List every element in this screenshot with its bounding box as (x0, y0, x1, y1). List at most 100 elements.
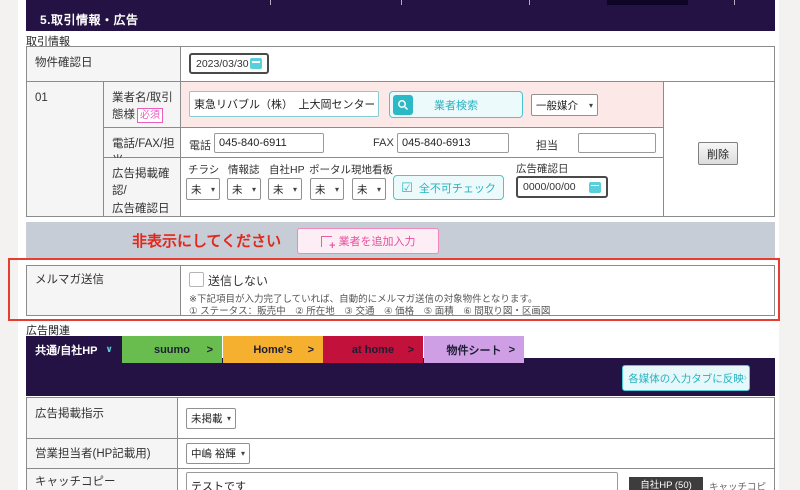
checkbox-check-icon: ☑ (401, 180, 413, 196)
property-confirm-date-value: 2023/03/30 (196, 58, 249, 70)
add-vendor-button[interactable]: 業者を追加入力 (297, 228, 439, 254)
tab-homes[interactable]: Home's > (223, 336, 323, 363)
tab-common-jisha-hp[interactable]: 共通/自社HP ∨ (26, 336, 122, 363)
staff-select[interactable]: 中嶋 裕輝 ▾ (186, 443, 250, 464)
ad-related-table: 広告掲載指示 未掲載 ▾ 営業担当者(HP記載用) 中嶋 裕輝 ▾ キャッチコピ… (26, 397, 775, 490)
chevron-down-icon: ▾ (335, 185, 339, 194)
vendor-value-cell: 業者検索 一般媒介 ▾ (181, 82, 664, 128)
publish-select-value: 未掲載 (191, 411, 223, 426)
chevron-right-icon: › (743, 372, 747, 384)
media-label-portal: ポータル (309, 162, 351, 177)
media-label-jisha-hp: 自社HP (269, 162, 305, 177)
chevron-down-icon: ▾ (377, 185, 381, 194)
chevron-down-icon: ▾ (252, 185, 256, 194)
staff-label: 営業担当者(HP記載用) (35, 446, 151, 463)
chevron-down-icon: ▾ (293, 185, 297, 194)
no-send-checkbox[interactable] (189, 272, 204, 287)
vendor-banner: 非表示にしてください 業者を追加入力 (26, 222, 775, 258)
property-confirm-label-cell: 物件確認日 (27, 47, 181, 82)
chevron-down-icon: ∨ (106, 344, 113, 355)
media-select-jisha-hp[interactable]: 未▾ (268, 178, 302, 200)
tab-suumo[interactable]: suumo > (122, 336, 222, 363)
catchcopy-input[interactable] (186, 472, 618, 490)
hide-note-text: 非表示にしてください (132, 230, 281, 251)
media-label-johoshi: 情報誌 (228, 162, 260, 177)
calendar-icon[interactable] (250, 58, 262, 69)
tanto-label: 担当 (536, 137, 558, 153)
tab-athome-label: at home (352, 344, 394, 356)
vendor-search-button[interactable]: 業者検索 (389, 91, 523, 118)
delete-cell: 削除 (664, 82, 774, 216)
ad-check-label-cell: 広告掲載確認/広告確認日 (104, 158, 181, 216)
reflect-to-media-tabs-button[interactable]: 各媒体の入力タブに反映 › (622, 365, 750, 391)
tab-arrow-icon: > (308, 344, 314, 356)
staff-select-value: 中嶋 裕輝 (191, 446, 236, 461)
delete-button[interactable]: 削除 (698, 142, 738, 165)
reflect-button-label: 各媒体の入力タブに反映 (628, 371, 744, 386)
staff-label-cell: 営業担当者(HP記載用) (27, 439, 178, 469)
mediation-type-select[interactable]: 一般媒介 ▾ (531, 94, 598, 116)
no-send-label: 送信しない (208, 272, 268, 289)
mediation-type-value: 一般媒介 (536, 98, 578, 113)
media-select-johoshi[interactable]: 未▾ (227, 178, 261, 200)
media-select-chirashi-value: 未 (191, 182, 202, 197)
tab-arrow-icon: > (509, 344, 515, 356)
chevron-down-icon: ▾ (227, 414, 231, 423)
ad-confirm-date-input[interactable]: 0000/00/00 (516, 176, 608, 198)
calendar-icon[interactable] (589, 182, 601, 193)
tab-arrow-icon: > (408, 344, 414, 356)
chevron-down-icon: ▾ (241, 449, 245, 458)
publish-label: 広告掲載指示 (35, 406, 104, 423)
mailmag-label-cell: メルマガ送信 (27, 266, 181, 315)
staff-value-cell: 中嶋 裕輝 ▾ (178, 439, 774, 469)
fax-input[interactable] (397, 133, 509, 153)
tab-bukken-sheet-label: 物件シート (447, 342, 502, 358)
vendor-name-input[interactable] (189, 91, 379, 117)
fax-label: FAX (373, 137, 394, 149)
publish-value-cell: 未掲載 ▾ (178, 398, 774, 439)
property-confirm-value-cell: 2023/03/30 (181, 47, 774, 82)
agent-row-number: 01 (35, 90, 48, 107)
vendor-search-label: 業者検索 (434, 97, 478, 113)
property-confirm-label: 物件確認日 (35, 55, 93, 72)
catchcopy-label: キャッチコピー (35, 474, 116, 490)
media-select-portal-value: 未 (315, 182, 326, 197)
tab-arrow-icon: > (207, 344, 213, 356)
catchcopy-value-cell: 自社HP (50) キャッチコピー (178, 469, 774, 490)
media-select-portal[interactable]: 未▾ (310, 178, 344, 200)
ad-confirm-date-value: 0000/00/00 (523, 181, 576, 193)
property-confirm-date-input[interactable]: 2023/03/30 (189, 53, 269, 74)
publish-select[interactable]: 未掲載 ▾ (186, 408, 236, 429)
media-label-chirashi: チラシ (188, 162, 219, 177)
media-select-johoshi-value: 未 (232, 182, 243, 197)
tab-athome[interactable]: at home > (323, 336, 423, 363)
tel-input[interactable] (214, 133, 324, 153)
mailmag-label: メルマガ送信 (35, 272, 104, 289)
media-select-jisha-hp-value: 未 (273, 182, 284, 197)
page: 5.取引情報・広告 取引情報 物件確認日 2023/03/30 01 業者名/取… (0, 0, 800, 490)
chevron-down-icon: ▾ (589, 101, 593, 110)
section-header: 5.取引情報・広告 (26, 5, 775, 31)
tanto-input[interactable] (578, 133, 656, 153)
section-title: 5.取引情報・広告 (40, 11, 139, 28)
media-select-chirashi[interactable]: 未▾ (186, 178, 220, 200)
catchcopy-badge-note: キャッチコピー (709, 479, 774, 490)
add-entry-icon (321, 236, 332, 247)
required-badge: 必須 (137, 108, 163, 123)
agent-row-number-cell: 01 (27, 82, 104, 216)
ad-check-value-cell: チラシ 情報誌 自社HP ポータル 現地看板 未▾ 未▾ 未▾ 未▾ 未▾ ☑ … (181, 158, 664, 216)
media-select-kanban-value: 未 (357, 182, 368, 197)
tab-homes-label: Home's (253, 344, 292, 356)
media-select-kanban[interactable]: 未▾ (352, 178, 386, 200)
tab-bukken-sheet[interactable]: 物件シート > (424, 336, 524, 363)
media-label-kanban: 現地看板 (351, 162, 393, 177)
all-ng-check-button[interactable]: ☑ 全不可チェック (393, 175, 504, 200)
jisha-hp-count-badge: 自社HP (50) (629, 477, 703, 490)
tel-label: 電話 (189, 137, 211, 153)
contact-value-cell: 電話 FAX 担当 (181, 128, 664, 158)
search-icon (393, 95, 413, 115)
ad-check-label-line2: 広告確認日 (112, 203, 170, 215)
all-ng-check-label: 全不可チェック (419, 180, 496, 196)
mailmag-note-2: ① ステータス：販売中 ② 所在地 ③ 交通 ④ 価格 ⑤ 面積 ⑥ 間取り図・… (189, 303, 550, 317)
add-vendor-label: 業者を追加入力 (339, 233, 416, 249)
